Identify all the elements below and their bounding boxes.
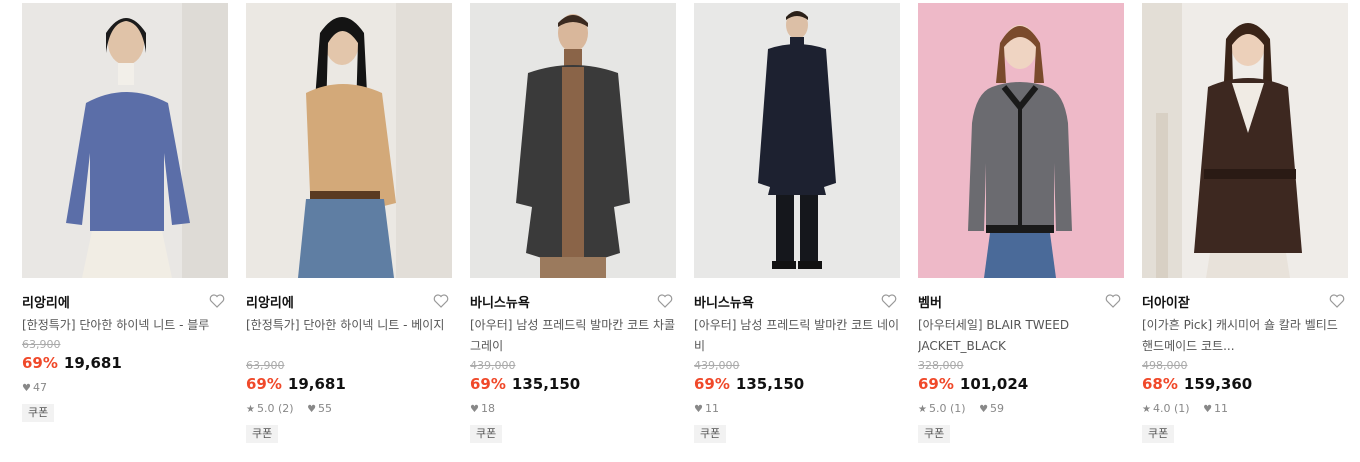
discount-rate: 69% <box>246 375 282 393</box>
original-price: 439,000 <box>470 359 516 372</box>
heart-icon[interactable] <box>1328 292 1346 310</box>
heart-icon[interactable] <box>880 292 898 310</box>
product-title[interactable]: [이가흔 Pick] 캐시미어 숄 칼라 벨티드 핸드메이드 코트... <box>1142 315 1348 357</box>
product-card[interactable]: 리앙리에 [한정특가] 단아한 하이넥 니트 - 블루 63,900 69% 19… <box>22 3 228 422</box>
brand-name[interactable]: 더아이잗 <box>1142 296 1190 311</box>
star-icon: ★ <box>1142 404 1151 415</box>
sale-price: 135,150 <box>735 375 805 393</box>
product-image[interactable] <box>22 3 228 278</box>
original-price: 63,900 <box>22 338 61 351</box>
discount-rate: 68% <box>1142 375 1178 393</box>
heart-icon[interactable] <box>432 292 450 310</box>
brand-name[interactable]: 리앙리에 <box>22 296 70 311</box>
rating: 4.0 <box>1152 402 1171 415</box>
rating: 5.0 <box>928 402 947 415</box>
product-title[interactable]: [아우터세일] BLAIR TWEED JACKET_BLACK <box>918 315 1124 357</box>
review-count: (1) <box>1173 402 1190 415</box>
sale-price: 19,681 <box>63 354 122 372</box>
review-count: (2) <box>277 402 294 415</box>
rating: 5.0 <box>256 402 275 415</box>
heart-small-icon: ♥ <box>22 383 31 394</box>
heart-icon[interactable] <box>1104 292 1122 310</box>
product-title[interactable]: [한정특가] 단아한 하이넥 니트 - 베이지 <box>246 315 452 357</box>
product-card[interactable]: 바니스뉴욕 [아우터] 남성 프레드릭 발마칸 코트 네이비 439,000 6… <box>694 3 900 443</box>
like-count: 11 <box>704 402 719 415</box>
coupon-badge: 쿠폰 <box>918 425 951 443</box>
product-card[interactable]: 리앙리에 [한정특가] 단아한 하이넥 니트 - 베이지 63,900 69% 1… <box>246 3 452 443</box>
sale-price: 101,024 <box>959 375 1029 393</box>
original-price: 63,900 <box>246 359 285 372</box>
product-grid: 리앙리에 [한정특가] 단아한 하이넥 니트 - 블루 63,900 69% 19… <box>0 0 1360 462</box>
product-card[interactable]: 더아이잗 [이가흔 Pick] 캐시미어 숄 칼라 벨티드 핸드메이드 코트..… <box>1142 3 1348 443</box>
brand-name[interactable]: 바니스뉴욕 <box>470 296 530 311</box>
discount-rate: 69% <box>470 375 506 393</box>
product-image[interactable] <box>1142 3 1348 278</box>
product-image[interactable] <box>470 3 676 278</box>
star-icon: ★ <box>918 404 927 415</box>
heart-small-icon: ♥ <box>694 404 703 415</box>
heart-small-icon: ♥ <box>307 404 317 415</box>
coupon-badge: 쿠폰 <box>22 404 55 422</box>
like-count: 47 <box>32 381 47 394</box>
product-image[interactable] <box>694 3 900 278</box>
review-count: (1) <box>949 402 966 415</box>
like-count: 11 <box>1214 402 1229 415</box>
heart-small-icon: ♥ <box>470 404 479 415</box>
product-title[interactable]: [한정특가] 단아한 하이넥 니트 - 블루 <box>22 315 228 336</box>
heart-small-icon: ♥ <box>979 404 989 415</box>
star-icon: ★ <box>246 404 255 415</box>
like-count: 55 <box>318 402 333 415</box>
brand-name[interactable]: 리앙리에 <box>246 296 294 311</box>
original-price: 328,000 <box>918 359 964 372</box>
original-price: 439,000 <box>694 359 740 372</box>
coupon-badge: 쿠폰 <box>694 425 727 443</box>
discount-rate: 69% <box>694 375 730 393</box>
product-card[interactable]: 벰버 [아우터세일] BLAIR TWEED JACKET_BLACK 328,… <box>918 3 1124 443</box>
like-count: 18 <box>480 402 495 415</box>
sale-price: 135,150 <box>511 375 581 393</box>
coupon-badge: 쿠폰 <box>470 425 503 443</box>
like-count: 59 <box>990 402 1005 415</box>
brand-name[interactable]: 벰버 <box>918 296 942 311</box>
original-price: 498,000 <box>1142 359 1188 372</box>
coupon-badge: 쿠폰 <box>246 425 279 443</box>
heart-small-icon: ♥ <box>1203 404 1213 415</box>
discount-rate: 69% <box>22 354 58 372</box>
product-image[interactable] <box>246 3 452 278</box>
sale-price: 159,360 <box>1183 375 1253 393</box>
discount-rate: 69% <box>918 375 954 393</box>
product-image[interactable] <box>918 3 1124 278</box>
heart-icon[interactable] <box>656 292 674 310</box>
sale-price: 19,681 <box>287 375 346 393</box>
coupon-badge: 쿠폰 <box>1142 425 1175 443</box>
product-title[interactable]: [아우터] 남성 프레드릭 발마칸 코트 차콜그레이 <box>470 315 676 357</box>
product-title[interactable]: [아우터] 남성 프레드릭 발마칸 코트 네이비 <box>694 315 900 357</box>
brand-name[interactable]: 바니스뉴욕 <box>694 296 754 311</box>
heart-icon[interactable] <box>208 292 226 310</box>
product-card[interactable]: 바니스뉴욕 [아우터] 남성 프레드릭 발마칸 코트 차콜그레이 439,000… <box>470 3 676 443</box>
